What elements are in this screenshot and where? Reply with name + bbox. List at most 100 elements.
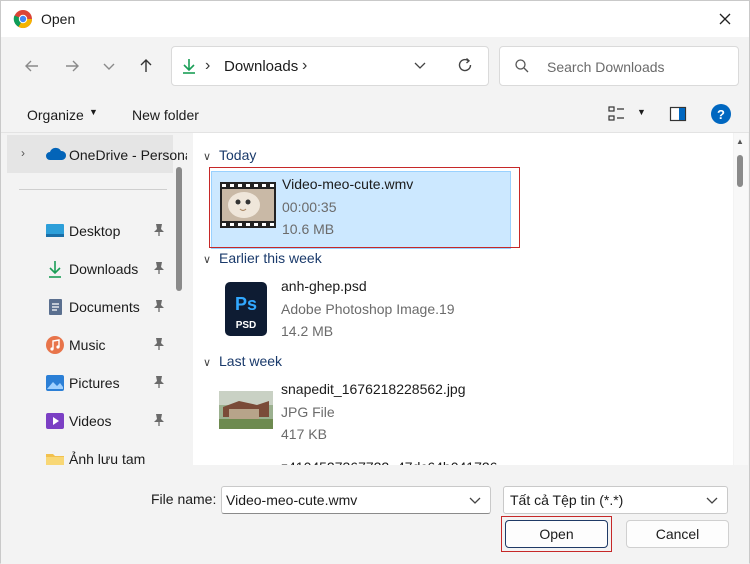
folder-icon	[45, 449, 65, 465]
pin-icon[interactable]	[153, 261, 165, 278]
svg-text:Ps: Ps	[235, 294, 257, 314]
file-name-label: File name:	[151, 491, 217, 507]
sidebar-item-label: Documents	[69, 299, 140, 315]
view-options-button[interactable]	[607, 104, 627, 127]
caret-down-icon[interactable]: ▼	[637, 107, 646, 117]
file-item-jpg[interactable]: snapedit_1676218228562.jpg JPG File 417 …	[211, 377, 511, 455]
sidebar-item-downloads[interactable]: Downloads	[7, 252, 173, 286]
close-icon	[719, 13, 731, 25]
preview-pane-icon	[669, 106, 687, 122]
music-icon	[45, 335, 65, 355]
file-size: 14.2 MB	[281, 323, 334, 339]
navigation-row: › Downloads › Search Downloads	[1, 37, 749, 95]
file-size: 417 KB	[281, 426, 327, 442]
chevron-down-icon: ∨	[203, 151, 212, 163]
window-title: Open	[41, 11, 76, 27]
chevron-down-icon[interactable]	[468, 493, 482, 510]
download-icon	[45, 259, 65, 279]
list-view-icon	[608, 106, 624, 121]
sidebar-item-documents[interactable]: Documents	[7, 290, 173, 324]
sidebar-item-label: Videos	[69, 413, 112, 429]
sidebar-item-music[interactable]: Music	[7, 328, 173, 362]
file-name-input[interactable]: Video-meo-cute.wmv	[221, 486, 491, 514]
sidebar-item-pictures[interactable]: Pictures	[7, 366, 173, 400]
forward-button[interactable]	[57, 51, 87, 81]
file-list-scrollbar[interactable]: ▲	[734, 133, 748, 465]
file-name-value: Video-meo-cute.wmv	[226, 492, 358, 508]
breadcrumb-separator-icon[interactable]: ›	[302, 57, 307, 75]
scrollbar-thumb[interactable]	[176, 167, 182, 291]
refresh-button[interactable]	[456, 56, 474, 77]
new-folder-button[interactable]: New folder	[132, 107, 199, 123]
sidebar-item-label: Ảnh lưu tạm	[69, 451, 146, 465]
file-type-filter-select[interactable]: Tất cả Tệp tin (*.*)	[503, 486, 728, 514]
group-header-last-week[interactable]: ∨ Last week	[203, 353, 282, 369]
selection-highlight-outline	[209, 167, 520, 248]
pictures-icon	[45, 373, 65, 393]
chevron-down-icon	[414, 62, 426, 69]
scroll-up-icon[interactable]: ▲	[736, 137, 744, 146]
file-name: anh-ghep.psd	[281, 278, 367, 294]
chevron-down-icon[interactable]	[705, 493, 719, 510]
address-history-dropdown[interactable]	[412, 57, 428, 76]
cancel-button[interactable]: Cancel	[626, 520, 729, 548]
preview-pane-button[interactable]	[669, 105, 687, 126]
search-icon	[514, 58, 530, 77]
sidebar-item-label: Downloads	[69, 261, 139, 277]
photoshop-file-icon: Ps PSD	[223, 282, 269, 339]
sidebar-item-onedrive[interactable]: › OneDrive - Personal	[7, 135, 187, 173]
scrollbar-thumb[interactable]	[737, 155, 743, 187]
breadcrumb-separator: ›	[205, 57, 211, 74]
arrow-left-icon	[25, 60, 38, 72]
sidebar-item-label: OneDrive - Personal	[69, 147, 187, 163]
close-button[interactable]	[709, 5, 741, 33]
chevron-down-icon	[103, 63, 115, 70]
open-button[interactable]: Open	[505, 520, 608, 548]
sidebar-item-label: Desktop	[69, 223, 121, 239]
file-item-partial[interactable]: z4104527367722_47dc64b041726	[211, 455, 511, 465]
sidebar-item-label: Music	[69, 337, 106, 353]
file-type-filter-value: Tất cả Tệp tin (*.*)	[510, 492, 624, 508]
arrow-up-icon	[140, 59, 152, 72]
chevron-down-icon: ∨	[203, 357, 212, 369]
pin-icon[interactable]	[153, 223, 165, 240]
navigation-scrollbar[interactable]	[176, 133, 182, 465]
group-header-earlier-this-week[interactable]: ∨ Earlier this week	[203, 250, 322, 266]
address-bar[interactable]: › Downloads ›	[171, 46, 489, 86]
image-thumbnail-icon	[219, 391, 273, 432]
help-icon: ?	[717, 106, 725, 122]
sidebar-item-label: Pictures	[69, 375, 120, 391]
navigation-pane: › OneDrive - Personal Desktop Downloads	[7, 133, 187, 465]
sidebar-item-videos[interactable]: Videos	[7, 404, 173, 438]
command-bar: Organize ▼ New folder ▼ ?	[1, 95, 749, 133]
pin-icon[interactable]	[153, 413, 165, 430]
recent-locations-button[interactable]	[94, 51, 124, 81]
desktop-icon	[45, 221, 65, 241]
documents-icon	[45, 297, 65, 317]
up-button[interactable]	[131, 51, 161, 81]
title-bar: Open	[1, 1, 749, 37]
videos-icon	[45, 411, 65, 431]
file-name: snapedit_1676218228562.jpg	[281, 381, 466, 397]
search-box[interactable]: Search Downloads	[499, 46, 739, 86]
pin-icon[interactable]	[153, 337, 165, 354]
group-header-today[interactable]: ∨ Today	[203, 147, 256, 163]
pin-icon[interactable]	[153, 375, 165, 392]
chrome-icon	[13, 9, 33, 29]
pin-icon[interactable]	[153, 299, 165, 316]
sidebar-divider	[19, 189, 167, 190]
file-type: JPG File	[281, 404, 335, 420]
chevron-right-icon[interactable]: ›	[21, 146, 25, 160]
caret-down-icon[interactable]: ▼	[89, 107, 98, 117]
sidebar-item-anh-luu-tam[interactable]: Ảnh lưu tạm	[7, 442, 173, 465]
back-button[interactable]	[17, 51, 47, 81]
open-dialog: Open › Downloads › Search Downloads Orga…	[0, 0, 750, 564]
refresh-icon	[458, 57, 472, 72]
breadcrumb-downloads[interactable]: Downloads	[224, 58, 298, 75]
organize-button[interactable]: Organize	[27, 107, 84, 123]
file-item-psd[interactable]: Ps PSD anh-ghep.psd Adobe Photoshop Imag…	[211, 274, 511, 352]
dialog-footer: File name: Video-meo-cute.wmv Tất cả Tệp…	[1, 465, 749, 564]
cloud-icon	[45, 147, 67, 164]
help-button[interactable]: ?	[711, 104, 731, 124]
sidebar-item-desktop[interactable]: Desktop	[7, 214, 173, 248]
